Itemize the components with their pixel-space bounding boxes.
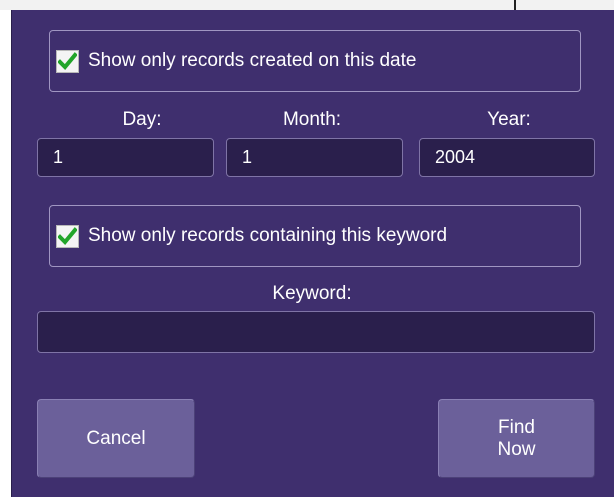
year-input[interactable]: 2004 [419,138,595,177]
keyword-filter-checkbox-label: Show only records containing this keywor… [88,225,448,246]
find-now-button-label-line2: Now [497,438,536,460]
year-label: Year: [487,109,531,130]
window-top-strip [0,0,614,10]
find-now-button-label-line1: Find [498,416,535,438]
cancel-button-label: Cancel [86,427,146,449]
cancel-button[interactable]: Cancel [37,399,195,478]
keyword-filter-checkbox[interactable]: Show only records containing this keywor… [49,205,581,267]
date-filter-checkbox-square[interactable] [56,49,79,73]
keyword-input[interactable] [37,311,595,353]
date-filter-checkbox-label: Show only records created on this date [88,50,417,71]
date-filter-checkbox[interactable]: Show only records created on this date [49,30,581,92]
search-filter-panel: Show only records created on this date D… [11,10,614,497]
check-icon [58,51,77,70]
top-strip-divider [514,0,516,10]
keyword-label: Keyword: [272,283,352,304]
month-label: Month: [282,109,342,130]
month-input[interactable]: 1 [226,138,403,177]
keyword-filter-checkbox-square[interactable] [56,224,79,248]
find-now-button[interactable]: Find Now [438,399,595,478]
day-label: Day: [122,109,162,130]
check-icon [58,226,77,245]
day-input[interactable]: 1 [37,138,214,177]
